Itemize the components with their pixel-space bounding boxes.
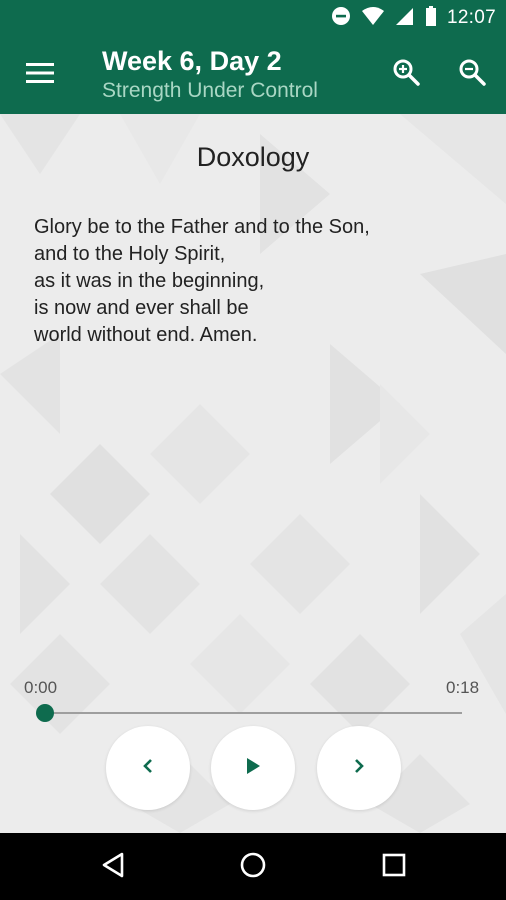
prayer-text: Glory be to the Father and to the Son, a… (34, 214, 370, 349)
status-time: 12:07 (446, 7, 496, 28)
seek-bar-track[interactable] (44, 712, 462, 714)
play-icon (244, 756, 262, 781)
menu-icon (26, 62, 54, 89)
prayer-line: as it was in the beginning, (34, 270, 265, 292)
home-icon (240, 852, 266, 883)
status-icons: 12:07 (331, 5, 496, 31)
recents-icon (382, 853, 406, 882)
prayer-line: and to the Holy Spirit, (34, 243, 226, 265)
zoom-in-icon (392, 58, 420, 91)
navigation-bar (0, 833, 506, 900)
cellular-signal-icon (395, 6, 415, 31)
page-title: Week 6, Day 2 (102, 46, 282, 76)
battery-icon (425, 5, 437, 31)
page-subtitle: Strength Under Control (102, 79, 318, 102)
seek-bar-thumb[interactable] (36, 704, 54, 722)
content-area: Doxology Glory be to the Father and to t… (0, 114, 506, 833)
zoom-out-button[interactable] (454, 56, 490, 92)
current-time: 0:00 (24, 678, 58, 697)
back-button[interactable] (93, 849, 133, 885)
prayer-line: Glory be to the Father and to the Son, (34, 216, 370, 238)
back-icon (101, 852, 125, 883)
home-button[interactable] (233, 849, 273, 885)
prayer-line: world without end. Amen. (34, 324, 258, 346)
recents-button[interactable] (374, 849, 414, 885)
next-button[interactable] (317, 726, 401, 810)
zoom-in-button[interactable] (388, 56, 424, 92)
prayer-line: is now and ever shall be (34, 297, 249, 319)
previous-button[interactable] (106, 726, 190, 810)
previous-icon (140, 757, 156, 780)
next-icon (351, 757, 367, 780)
wifi-icon (361, 6, 385, 31)
app-bar-titles: Week 6, Day 2 Strength Under Control (102, 44, 318, 104)
total-time: 0:18 (446, 678, 480, 697)
play-button[interactable] (211, 726, 295, 810)
prayer-heading: Doxology (196, 142, 310, 172)
do-not-disturb-icon (331, 6, 351, 31)
app-bar: Week 6, Day 2 Strength Under Control (0, 36, 506, 114)
zoom-out-icon (458, 58, 486, 91)
menu-button[interactable] (20, 58, 60, 92)
status-bar: 12:07 (0, 0, 506, 36)
